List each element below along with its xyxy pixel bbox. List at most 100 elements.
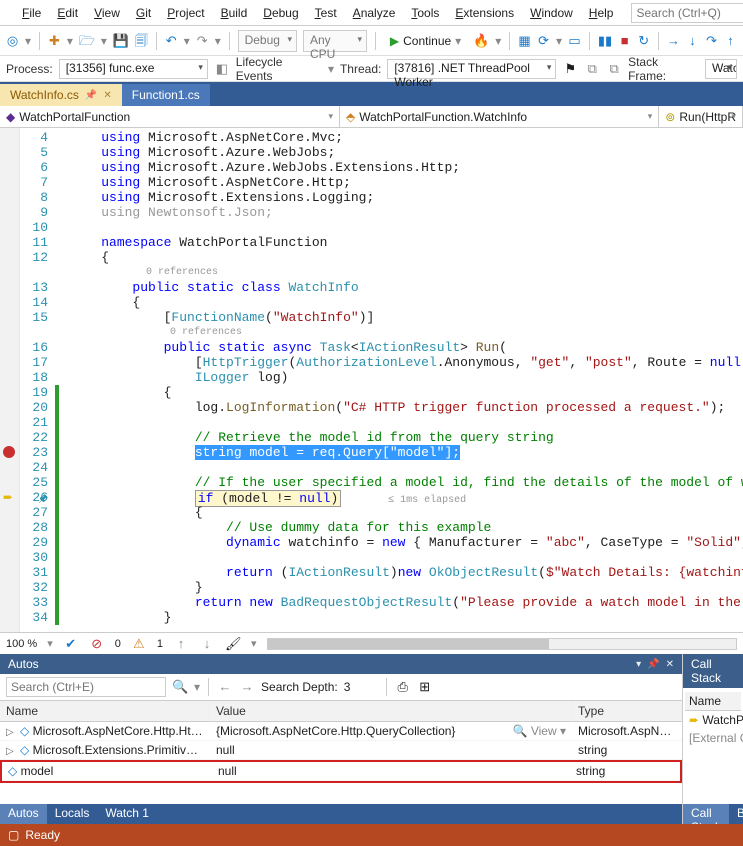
pause-icon[interactable]: ▮▮ [598,33,612,49]
menu-analyze[interactable]: Analyze [345,3,404,23]
menu-build[interactable]: Build [213,3,256,23]
reload-icon[interactable]: ⟳ [537,33,550,49]
step-into-icon[interactable]: ↓ [686,33,699,49]
menu-debug[interactable]: Debug [255,3,306,23]
depth-combo[interactable]: 3 [344,680,378,694]
callstack-row[interactable]: [External Code [685,729,741,747]
menu-test[interactable]: Test [307,3,345,23]
global-search-input[interactable] [631,3,743,23]
menu-extensions[interactable]: Extensions [447,3,522,23]
editor-status-bar: 100 %▾ ✔ ⊘0 ⚠1 ↑ ↓ 🖌▾ [0,632,743,654]
breakpoint-icon[interactable] [3,446,15,458]
breakpoint-gutter[interactable]: ➨ [0,128,20,632]
stop-icon[interactable]: ■ [618,33,631,49]
status-bar: ▢ Ready [0,824,743,846]
brush-icon[interactable]: 🖌 [225,636,241,652]
save-icon[interactable]: 💾 [113,33,129,49]
dropdown-icon[interactable]: ▾ [636,659,641,670]
menu-file[interactable]: File [14,3,49,23]
error-count: 0 [115,638,121,650]
stackframe-combo[interactable]: WatchPo [705,59,737,79]
new-project-icon[interactable]: ✚ [48,33,61,49]
threads2-icon[interactable]: ⧉ [606,61,622,77]
back-nav-icon[interactable]: ◎ [6,33,19,49]
undo-icon[interactable]: ↶ [165,33,178,49]
open-icon[interactable]: 🗁 [79,33,95,49]
continue-button[interactable]: ▶Continue ▾ [384,32,467,50]
class-combo[interactable]: ⬘WatchPortalFunction.WatchInfo [340,106,659,127]
next-icon[interactable]: ↓ [199,636,215,652]
menu-view[interactable]: View [86,3,128,23]
bottom-tab-call-stack[interactable]: Call Stack [683,804,729,824]
save-all-icon[interactable]: 🗐 [135,33,148,49]
close-icon[interactable]: ✕ [103,90,111,101]
threads-icon[interactable]: ⧉ [584,61,600,77]
zoom-level[interactable]: 100 % [6,638,37,650]
search-icon[interactable]: 🔍 [172,679,188,695]
bottom-tab-autos[interactable]: Autos [0,804,47,824]
health-icon[interactable]: ✔ [63,636,79,652]
callstack-panel: Call Stack Name ➨ WatchPortalFu [Externa… [683,654,743,824]
autos-search-input[interactable] [6,677,166,697]
callstack-row[interactable]: ➨ WatchPortalFu [685,711,741,729]
process-combo[interactable]: [31356] func.exe [59,59,208,79]
autos-title-bar[interactable]: Autos ▾ 📌 ✕ [0,654,682,674]
hot-reload-icon[interactable]: 🔥 [473,33,489,49]
pin-icon[interactable]: 📌 [647,659,659,670]
flag-icon[interactable]: ⚑ [562,61,578,77]
code-area[interactable]: using Microsoft.AspNetCore.Mvc; using Mi… [70,128,743,632]
nav-combo-row: ◆WatchPortalFunction ⬘WatchPortalFunctio… [0,106,743,128]
menu-git[interactable]: Git [128,3,159,23]
show-next-icon[interactable]: → [667,33,680,49]
callstack-title-bar[interactable]: Call Stack [683,654,743,688]
step-over-icon[interactable]: ↷ [705,33,718,49]
current-line-icon: ➨ [3,490,13,504]
autos-row[interactable]: ▷ ◇ Microsoft.AspNetCore.Http.Http…{Micr… [0,722,682,741]
menu-help[interactable]: Help [581,3,622,23]
debug-toolbar: Process: [31356] func.exe ◧ Lifecycle Ev… [0,56,743,82]
pin-icon[interactable]: 📌 [85,90,97,101]
bottom-tab-locals[interactable]: Locals [47,804,98,824]
lifecycle-icon[interactable]: ◧ [214,61,230,77]
prev-icon[interactable]: ↑ [173,636,189,652]
tool-icon-2[interactable]: ⊞ [417,679,433,695]
panel-title-text: Call Stack [691,657,735,685]
bottom-tab-watch-1[interactable]: Watch 1 [97,804,157,824]
menu-tools[interactable]: Tools [403,3,447,23]
tab-watchinfo[interactable]: WatchInfo.cs 📌 ✕ [0,84,122,106]
panel-title-text: Autos [8,657,39,671]
output-icon[interactable]: ▢ [8,828,19,842]
menu-edit[interactable]: Edit [49,3,86,23]
error-icon[interactable]: ⊘ [89,636,105,652]
member-combo[interactable]: ⊚Run(HttpR [659,106,743,127]
thread-combo[interactable]: [37816] .NET ThreadPool Worker [387,59,556,79]
menu-bar: FileEditViewGitProjectBuildDebugTestAnal… [0,0,743,26]
autos-grid[interactable]: NameValueType ▷ ◇ Microsoft.AspNetCore.H… [0,701,682,804]
app-icon[interactable]: ▭ [568,33,581,49]
warning-icon[interactable]: ⚠ [131,636,147,652]
autos-toolbar: 🔍▾ ← → Search Depth: 3 ⎙ ⊞ [0,674,682,701]
restart-icon[interactable]: ↻ [637,33,650,49]
process-label: Process: [6,62,53,76]
horizontal-scrollbar[interactable] [267,638,737,650]
depth-label: Search Depth: [261,680,338,694]
datatip-pin-icon[interactable]: 🖈 [38,490,48,509]
autos-row[interactable]: ▷ ◇ Microsoft.Extensions.Primitives.S…nu… [0,741,682,760]
code-editor[interactable]: ➨ 45678910111213141516171819202122232425… [0,128,743,632]
menu-window[interactable]: Window [522,3,581,23]
nav-back-icon[interactable]: ← [217,679,233,695]
bottom-tab-break[interactable]: Break [729,804,743,824]
platform-combo[interactable]: Any CPU [303,30,367,52]
browser-link-icon[interactable]: ▦ [518,33,531,49]
step-out-icon[interactable]: ↑ [724,33,737,49]
line-numbers: 4567891011121314151617181920212223242526… [20,128,56,632]
nav-fwd-icon[interactable]: → [239,679,255,695]
tool-icon-1[interactable]: ⎙ [395,679,411,695]
document-tab-bar: WatchInfo.cs 📌 ✕ Function1.cs [0,82,743,106]
project-combo[interactable]: ◆WatchPortalFunction [0,106,340,127]
config-combo[interactable]: Debug [238,30,297,52]
close-icon[interactable]: ✕ [666,659,674,670]
tab-function1[interactable]: Function1.cs [122,84,210,106]
autos-row[interactable]: ◇ modelnullstring [0,760,682,783]
menu-project[interactable]: Project [159,3,212,23]
